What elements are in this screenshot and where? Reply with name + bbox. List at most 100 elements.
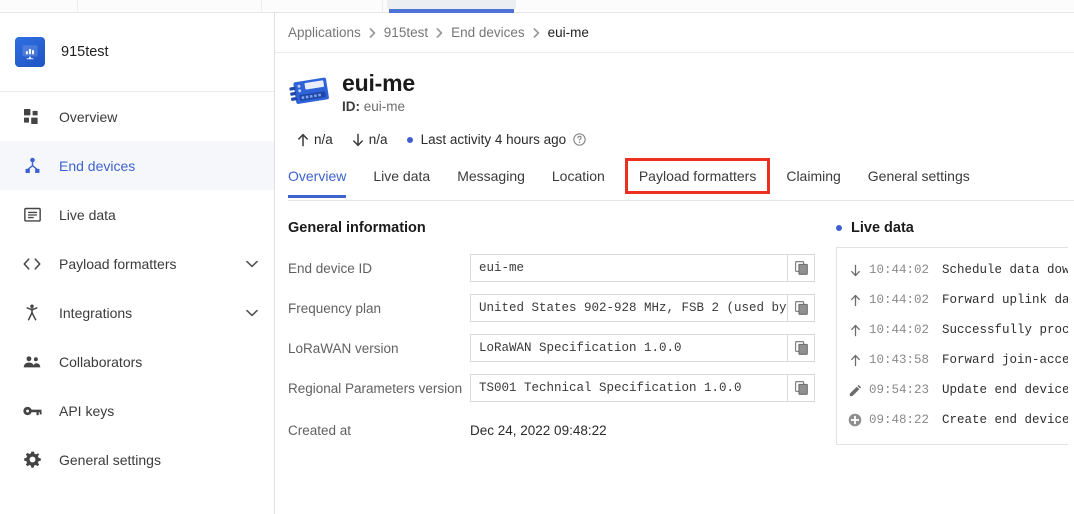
copy-icon[interactable] bbox=[787, 254, 815, 282]
sidebar-item-general-settings[interactable]: General settings bbox=[0, 435, 274, 484]
lorawan-version-value[interactable]: LoRaWAN Specification 1.0.0 bbox=[470, 334, 787, 362]
live-data-panel: Live data 10:44:02 Schedule data down 10… bbox=[824, 220, 1068, 456]
field-label: Regional Parameters version bbox=[288, 380, 463, 396]
sidebar-item-label: End devices bbox=[59, 157, 136, 174]
tab-strip-segment-3[interactable] bbox=[262, 0, 383, 12]
arrow-up-icon bbox=[297, 133, 309, 147]
regional-parameters-version-value[interactable]: TS001 Technical Specification 1.0.0 bbox=[470, 374, 787, 402]
content-area: General information End device ID eui-me bbox=[275, 220, 1074, 456]
breadcrumb-item-end-devices[interactable]: End devices bbox=[451, 25, 525, 40]
device-id-line: ID: eui-me bbox=[342, 99, 415, 114]
breadcrumb-item-915test[interactable]: 915test bbox=[384, 25, 428, 40]
sidebar-item-overview[interactable]: Overview bbox=[0, 92, 274, 141]
app-root: 915test Overview End devices Live data P… bbox=[0, 0, 1074, 514]
field-label: Created at bbox=[288, 422, 352, 438]
live-data-list: 10:44:02 Schedule data down 10:44:02 For… bbox=[836, 247, 1068, 445]
tab-payload-formatters[interactable]: Payload formatters bbox=[624, 158, 771, 194]
arrow-down-icon bbox=[352, 133, 364, 147]
live-data-row[interactable]: 10:43:58 Forward join-accep bbox=[837, 345, 1068, 375]
pencil-icon bbox=[847, 384, 863, 397]
field-row-regional-parameters-version: Regional Parameters version TS001 Techni… bbox=[288, 374, 824, 402]
key-icon bbox=[22, 401, 42, 421]
field-row-end-device-id: End device ID eui-me bbox=[288, 254, 824, 282]
device-node-icon bbox=[22, 156, 42, 176]
sidebar-item-label: Collaborators bbox=[59, 353, 143, 370]
live-data-message: Forward uplink dat bbox=[942, 293, 1068, 307]
frequency-plan-value[interactable]: United States 902-928 MHz, FSB 2 (used b… bbox=[470, 294, 787, 322]
app-chart-monitor-icon bbox=[15, 37, 45, 67]
page-header: eui-me ID: eui-me n/a n/a Last activity … bbox=[275, 53, 1074, 147]
browser-tab-strip bbox=[0, 0, 1074, 13]
live-data-row[interactable]: 09:48:22 Create end device bbox=[837, 405, 1068, 435]
sidebar-item-collaborators[interactable]: Collaborators bbox=[0, 337, 274, 386]
tab-strip-active-background bbox=[387, 0, 516, 9]
sidebar-item-label: Live data bbox=[59, 206, 116, 223]
tab-strip-segment-1[interactable] bbox=[0, 0, 78, 12]
section-title: General information bbox=[288, 220, 426, 236]
live-data-row[interactable]: 09:54:23 Update end device bbox=[837, 375, 1068, 405]
tab-messaging[interactable]: Messaging bbox=[457, 163, 525, 197]
integration-icon bbox=[22, 303, 42, 323]
live-data-row[interactable]: 10:44:02 Schedule data down bbox=[837, 255, 1068, 285]
sidebar-nav: Overview End devices Live data Payload f… bbox=[0, 92, 274, 484]
arrow-down-icon bbox=[847, 264, 863, 277]
gear-icon bbox=[22, 450, 42, 470]
list-window-icon bbox=[22, 205, 42, 225]
breadcrumb-item-applications[interactable]: Applications bbox=[288, 25, 361, 40]
status-dot-icon bbox=[406, 136, 413, 143]
arrow-up-icon bbox=[847, 294, 863, 307]
field-row-lorawan-version: LoRaWAN version LoRaWAN Specification 1.… bbox=[288, 334, 824, 362]
chevron-down-icon[interactable] bbox=[246, 260, 258, 268]
tab-location[interactable]: Location bbox=[552, 163, 605, 197]
tab-live-data[interactable]: Live data bbox=[373, 163, 430, 197]
tab-general-settings[interactable]: General settings bbox=[868, 163, 970, 197]
live-data-time: 10:44:02 bbox=[869, 293, 930, 307]
question-circle-icon[interactable] bbox=[573, 133, 586, 146]
breadcrumb: Applications 915test End devices eui-me bbox=[275, 13, 1074, 53]
uplink-stat: n/a bbox=[297, 132, 333, 147]
live-data-time: 10:44:02 bbox=[869, 323, 930, 337]
live-data-time: 09:54:23 bbox=[869, 383, 930, 397]
device-id-prefix: ID: bbox=[342, 99, 360, 114]
created-at-value: Dec 24, 2022 09:48:22 bbox=[470, 422, 607, 438]
sidebar-item-live-data[interactable]: Live data bbox=[0, 190, 274, 239]
live-data-row[interactable]: 10:44:02 Successfully proce bbox=[837, 315, 1068, 345]
live-data-message: Schedule data down bbox=[942, 263, 1068, 277]
copy-icon[interactable] bbox=[787, 374, 815, 402]
uplink-value: n/a bbox=[314, 132, 333, 147]
lora-end-device-icon bbox=[288, 70, 334, 115]
live-data-row[interactable]: 10:44:02 Forward uplink dat bbox=[837, 285, 1068, 315]
tab-claiming[interactable]: Claiming bbox=[786, 163, 840, 197]
sidebar-brand[interactable]: 915test bbox=[0, 13, 274, 92]
chevron-down-icon[interactable] bbox=[246, 309, 258, 317]
copy-icon[interactable] bbox=[787, 294, 815, 322]
live-data-title: Live data bbox=[851, 220, 914, 236]
field-label: End device ID bbox=[288, 260, 373, 276]
copy-icon[interactable] bbox=[787, 334, 815, 362]
live-data-title-row: Live data bbox=[836, 220, 1061, 236]
end-device-id-value[interactable]: eui-me bbox=[470, 254, 787, 282]
last-activity-label: Last activity 4 hours ago bbox=[420, 132, 567, 147]
sidebar-item-end-devices[interactable]: End devices bbox=[0, 141, 274, 190]
tab-strip-segment-2[interactable] bbox=[78, 0, 262, 12]
sidebar-brand-name: 915test bbox=[61, 44, 109, 60]
live-data-message: Create end device bbox=[942, 413, 1068, 427]
downlink-stat: n/a bbox=[352, 132, 388, 147]
code-brackets-icon bbox=[22, 254, 42, 274]
arrow-up-icon bbox=[847, 354, 863, 367]
field-row-frequency-plan: Frequency plan United States 902-928 MHz… bbox=[288, 294, 824, 322]
live-data-message: Successfully proce bbox=[942, 323, 1068, 337]
sidebar: 915test Overview End devices Live data P… bbox=[0, 13, 275, 514]
field-row-created-at: Created at Dec 24, 2022 09:48:22 bbox=[288, 416, 824, 444]
sidebar-item-api-keys[interactable]: API keys bbox=[0, 386, 274, 435]
tab-overview[interactable]: Overview bbox=[288, 163, 347, 198]
chevron-right-icon bbox=[369, 27, 376, 38]
chevron-right-icon bbox=[533, 27, 540, 38]
device-id-value: eui-me bbox=[363, 99, 406, 114]
status-dot-icon bbox=[836, 225, 842, 231]
chevron-right-icon bbox=[436, 27, 443, 38]
sidebar-item-integrations[interactable]: Integrations bbox=[0, 288, 274, 337]
sidebar-item-payload-formatters[interactable]: Payload formatters bbox=[0, 239, 274, 288]
field-label: Frequency plan bbox=[288, 300, 382, 316]
downlink-value: n/a bbox=[368, 132, 388, 147]
